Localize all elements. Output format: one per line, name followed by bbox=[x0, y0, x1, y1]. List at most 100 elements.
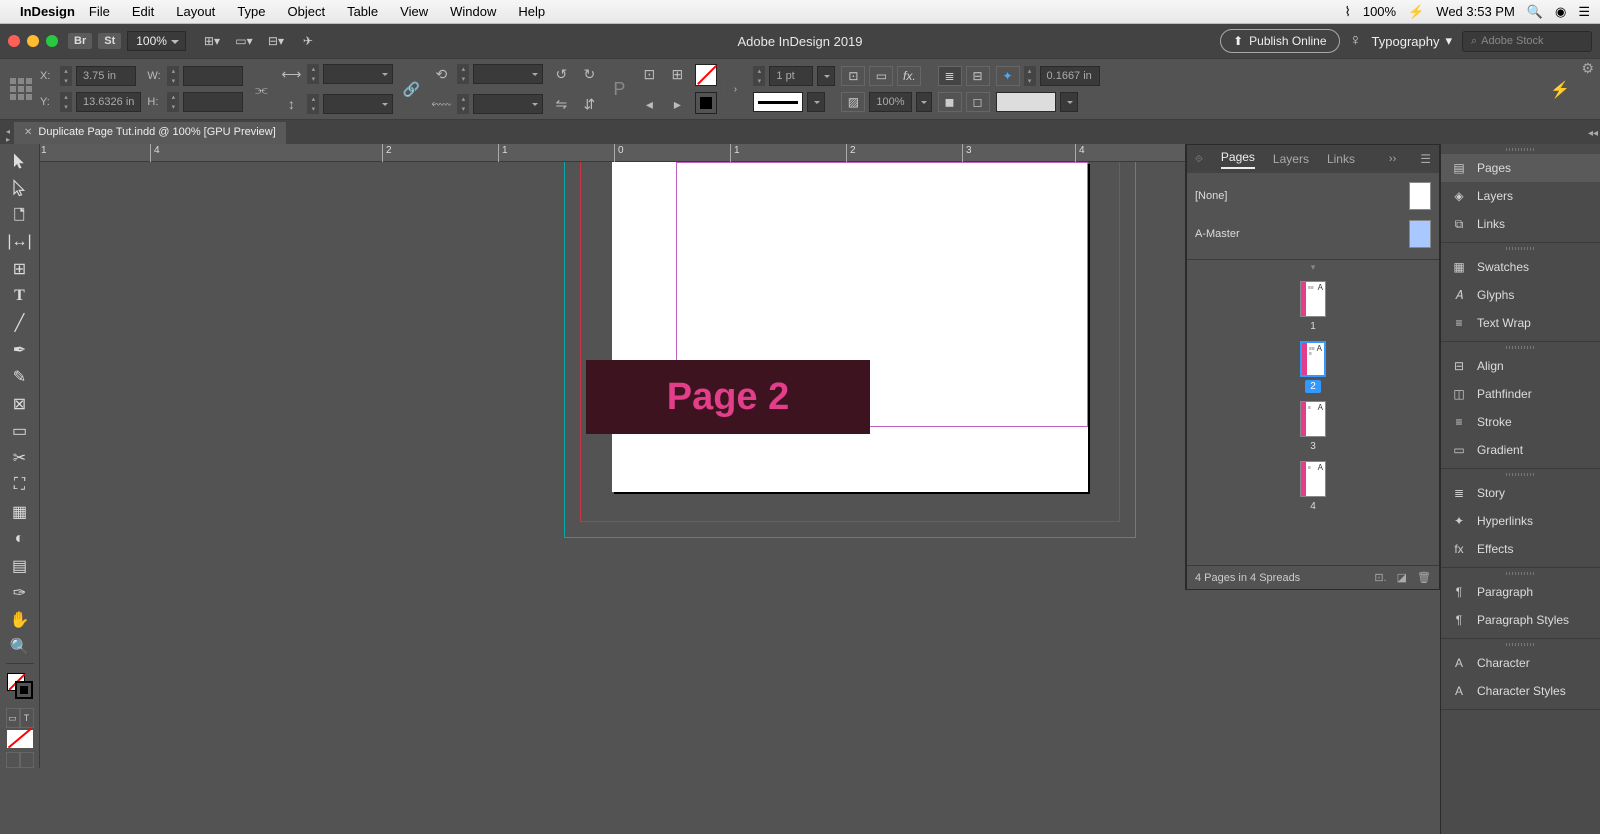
shear-stepper[interactable]: ▴▾ bbox=[457, 94, 469, 114]
dock-item-gradient[interactable]: ▭Gradient bbox=[1441, 436, 1600, 464]
rectangle-frame-tool[interactable]: ⊠ bbox=[5, 391, 35, 417]
gpu-performance-icon[interactable]: ✈ bbox=[294, 30, 322, 52]
menu-type[interactable]: Type bbox=[237, 4, 265, 19]
scale-x-stepper[interactable]: ▴▾ bbox=[307, 64, 319, 84]
apply-none-swatch[interactable] bbox=[7, 730, 33, 748]
workspace-switcher[interactable]: Typography ▾ bbox=[1372, 33, 1452, 49]
stroke-style-dropdown[interactable] bbox=[807, 92, 825, 112]
drop-shadow-icon[interactable]: ◼ bbox=[938, 92, 962, 112]
stroke-weight-dropdown[interactable] bbox=[817, 66, 835, 86]
gap-tool[interactable]: |↔| bbox=[5, 229, 35, 255]
menu-view[interactable]: View bbox=[400, 4, 428, 19]
line-tool[interactable]: ╱ bbox=[5, 310, 35, 336]
apply-to-toggle[interactable]: ▭T bbox=[6, 708, 34, 728]
tab-links[interactable]: Links bbox=[1327, 152, 1355, 166]
stroke-weight-stepper[interactable]: ▴▾ bbox=[753, 66, 765, 86]
expand-dock-icon[interactable]: ◂◂ bbox=[1588, 128, 1598, 139]
note-tool[interactable]: ▤ bbox=[5, 553, 35, 579]
document-tab[interactable]: ✕ Duplicate Page Tut.indd @ 100% [GPU Pr… bbox=[14, 122, 286, 144]
collapse-panel-icon[interactable]: ›› bbox=[1389, 153, 1396, 165]
menu-table[interactable]: Table bbox=[347, 4, 378, 19]
select-content-icon[interactable]: ⊞ bbox=[665, 62, 689, 86]
minimize-window[interactable] bbox=[27, 35, 39, 47]
dock-item-paragraph-styles[interactable]: ¶Paragraph Styles bbox=[1441, 606, 1600, 634]
select-next-icon[interactable]: ▸ bbox=[665, 92, 689, 116]
h-stepper[interactable]: ▴▾ bbox=[167, 92, 179, 112]
page-item-1[interactable]: A≡≡ 1 bbox=[1300, 281, 1326, 333]
type-tool[interactable]: T bbox=[5, 283, 35, 309]
dock-item-pathfinder[interactable]: ◫Pathfinder bbox=[1441, 380, 1600, 408]
stroke-swatch[interactable] bbox=[695, 92, 717, 114]
dock-item-pages[interactable]: ▤Pages bbox=[1441, 154, 1600, 182]
quick-apply-icon[interactable]: ⚡ bbox=[1550, 80, 1570, 100]
menu-file[interactable]: File bbox=[89, 4, 110, 19]
x-value-field[interactable]: 3.75 in bbox=[76, 66, 136, 86]
dock-item-effects[interactable]: fxEffects bbox=[1441, 535, 1600, 563]
tab-layers[interactable]: Layers bbox=[1273, 152, 1309, 166]
pen-tool[interactable]: ✒ bbox=[5, 337, 35, 363]
fill-swatch[interactable] bbox=[695, 64, 717, 86]
master-none-row[interactable]: [None] bbox=[1195, 177, 1431, 215]
flip-v-icon[interactable]: ⇵ bbox=[577, 92, 601, 116]
create-new-page-icon[interactable]: ◪ bbox=[1397, 571, 1407, 584]
dock-item-story[interactable]: ≣Story bbox=[1441, 479, 1600, 507]
rotate-ccw-icon[interactable]: ↺ bbox=[549, 62, 573, 86]
edit-page-size-icon[interactable]: ⊡. bbox=[1374, 571, 1386, 584]
zoom-tool[interactable]: 🔍 bbox=[5, 634, 35, 660]
selection-tool[interactable] bbox=[5, 148, 35, 174]
dock-item-stroke[interactable]: ≡Stroke bbox=[1441, 408, 1600, 436]
y-value-field[interactable]: 13.6326 in bbox=[76, 92, 141, 112]
master-a-thumb[interactable] bbox=[1409, 220, 1431, 248]
scale-x-dropdown[interactable] bbox=[323, 64, 393, 84]
scale-y-dropdown[interactable] bbox=[323, 94, 393, 114]
pages-sync-icon[interactable]: ⟐ bbox=[1195, 154, 1203, 165]
rotate-stepper[interactable]: ▴▾ bbox=[457, 64, 469, 84]
hand-tool[interactable]: ✋ bbox=[5, 607, 35, 633]
drop-shadow-apply-icon[interactable]: ◻ bbox=[966, 92, 990, 112]
zoom-level-dropdown[interactable]: 100% bbox=[127, 31, 186, 51]
page-item-4[interactable]: A≡ 4 bbox=[1300, 461, 1326, 513]
space-stepper[interactable]: ▴▾ bbox=[1024, 66, 1036, 86]
notification-center-icon[interactable]: ☰ bbox=[1578, 4, 1590, 20]
dock-item-character-styles[interactable]: ACharacter Styles bbox=[1441, 677, 1600, 705]
fill-stroke-toggle[interactable] bbox=[5, 671, 35, 701]
reference-point-locator[interactable] bbox=[8, 76, 34, 102]
screen-mode-icon[interactable]: ▭▾ bbox=[230, 30, 258, 52]
view-options-icon[interactable]: ⊞▾ bbox=[198, 30, 226, 52]
tab-pages[interactable]: Pages bbox=[1221, 150, 1255, 169]
dock-item-hyperlinks[interactable]: ✦Hyperlinks bbox=[1441, 507, 1600, 535]
zoom-window[interactable] bbox=[46, 35, 58, 47]
master-none-thumb[interactable] bbox=[1409, 182, 1431, 210]
horizontal-ruler[interactable]: 1 4 2 1 0 1 2 3 4 bbox=[40, 144, 1346, 162]
help-tips-icon[interactable]: ♀ bbox=[1350, 32, 1362, 50]
page-item-3[interactable]: A≡ 3 bbox=[1300, 401, 1326, 453]
w-value-field[interactable] bbox=[183, 66, 243, 86]
text-frame[interactable]: Page 2 bbox=[586, 360, 870, 434]
page-tool[interactable] bbox=[5, 202, 35, 228]
pencil-tool[interactable]: ✎ bbox=[5, 364, 35, 390]
scissors-tool[interactable]: ✂ bbox=[5, 445, 35, 471]
master-a-row[interactable]: A-Master bbox=[1195, 215, 1431, 253]
gradient-feather-tool[interactable]: ◐ bbox=[5, 526, 35, 552]
publish-online-button[interactable]: ⬆ Publish Online bbox=[1220, 29, 1339, 53]
rotate-cw-icon[interactable]: ↻ bbox=[577, 62, 601, 86]
control-panel-menu-icon[interactable]: ⚙ bbox=[1581, 60, 1594, 77]
y-stepper[interactable]: ▴▾ bbox=[60, 92, 72, 112]
dock-item-swatches[interactable]: ▦Swatches bbox=[1441, 253, 1600, 281]
space-value-field[interactable]: 0.1667 in bbox=[1040, 66, 1100, 86]
screen-mode-toggle[interactable] bbox=[6, 752, 34, 768]
align-to-dropdown[interactable] bbox=[1060, 92, 1078, 112]
free-transform-tool[interactable]: ⛶ bbox=[5, 472, 35, 498]
text-wrap-jump-icon[interactable]: ⊟ bbox=[966, 66, 990, 86]
select-prev-icon[interactable]: ◂ bbox=[637, 92, 661, 116]
menu-window[interactable]: Window bbox=[450, 4, 496, 19]
x-stepper[interactable]: ▴▾ bbox=[60, 66, 72, 86]
wifi-icon[interactable]: ⌇ bbox=[1344, 4, 1350, 20]
constrain-link-icon[interactable]: 🔗 bbox=[399, 77, 423, 101]
opacity-dropdown[interactable] bbox=[916, 92, 932, 112]
scale-y-stepper[interactable]: ▴▾ bbox=[307, 94, 319, 114]
stock-button[interactable]: St bbox=[98, 33, 121, 49]
align-enable-icon[interactable]: ✦ bbox=[996, 66, 1020, 86]
page-spread[interactable] bbox=[612, 162, 1088, 492]
eyedropper-tool[interactable]: ✑ bbox=[5, 580, 35, 606]
